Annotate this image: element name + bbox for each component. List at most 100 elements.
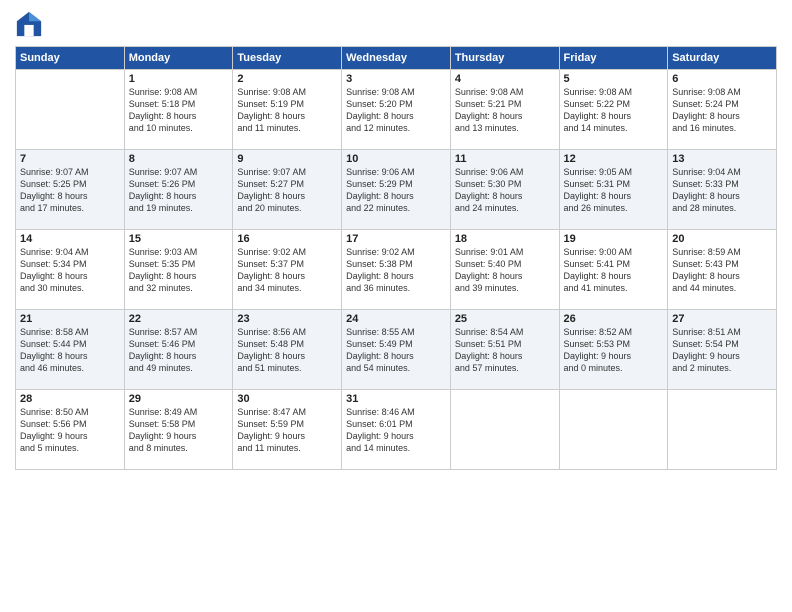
day-info: Sunrise: 9:04 AMSunset: 5:34 PMDaylight:… — [20, 246, 120, 295]
calendar-cell: 9Sunrise: 9:07 AMSunset: 5:27 PMDaylight… — [233, 150, 342, 230]
day-number: 17 — [346, 233, 446, 245]
calendar-cell: 3Sunrise: 9:08 AMSunset: 5:20 PMDaylight… — [342, 70, 451, 150]
day-number: 21 — [20, 313, 120, 325]
day-info: Sunrise: 9:07 AMSunset: 5:26 PMDaylight:… — [129, 166, 229, 215]
calendar-cell: 5Sunrise: 9:08 AMSunset: 5:22 PMDaylight… — [559, 70, 668, 150]
calendar-cell: 2Sunrise: 9:08 AMSunset: 5:19 PMDaylight… — [233, 70, 342, 150]
calendar-cell: 1Sunrise: 9:08 AMSunset: 5:18 PMDaylight… — [124, 70, 233, 150]
calendar-cell: 4Sunrise: 9:08 AMSunset: 5:21 PMDaylight… — [450, 70, 559, 150]
day-number: 25 — [455, 313, 555, 325]
day-number: 29 — [129, 393, 229, 405]
day-info: Sunrise: 8:52 AMSunset: 5:53 PMDaylight:… — [564, 326, 664, 375]
day-info: Sunrise: 8:58 AMSunset: 5:44 PMDaylight:… — [20, 326, 120, 375]
day-number: 7 — [20, 153, 120, 165]
day-number: 22 — [129, 313, 229, 325]
day-number: 16 — [237, 233, 337, 245]
calendar-cell: 26Sunrise: 8:52 AMSunset: 5:53 PMDayligh… — [559, 310, 668, 390]
day-number: 31 — [346, 393, 446, 405]
calendar-cell: 24Sunrise: 8:55 AMSunset: 5:49 PMDayligh… — [342, 310, 451, 390]
calendar-cell: 31Sunrise: 8:46 AMSunset: 6:01 PMDayligh… — [342, 390, 451, 470]
day-info: Sunrise: 9:08 AMSunset: 5:20 PMDaylight:… — [346, 86, 446, 135]
day-info: Sunrise: 8:50 AMSunset: 5:56 PMDaylight:… — [20, 406, 120, 455]
day-number: 30 — [237, 393, 337, 405]
calendar-header-monday: Monday — [124, 47, 233, 70]
day-info: Sunrise: 9:06 AMSunset: 5:29 PMDaylight:… — [346, 166, 446, 215]
calendar-header-sunday: Sunday — [16, 47, 125, 70]
day-info: Sunrise: 8:59 AMSunset: 5:43 PMDaylight:… — [672, 246, 772, 295]
calendar-cell — [668, 390, 777, 470]
calendar-header-tuesday: Tuesday — [233, 47, 342, 70]
calendar-cell: 29Sunrise: 8:49 AMSunset: 5:58 PMDayligh… — [124, 390, 233, 470]
day-info: Sunrise: 9:01 AMSunset: 5:40 PMDaylight:… — [455, 246, 555, 295]
day-info: Sunrise: 8:47 AMSunset: 5:59 PMDaylight:… — [237, 406, 337, 455]
calendar-week-2: 7Sunrise: 9:07 AMSunset: 5:25 PMDaylight… — [16, 150, 777, 230]
day-info: Sunrise: 8:54 AMSunset: 5:51 PMDaylight:… — [455, 326, 555, 375]
logo-icon — [15, 10, 43, 38]
calendar-header-wednesday: Wednesday — [342, 47, 451, 70]
calendar-cell: 21Sunrise: 8:58 AMSunset: 5:44 PMDayligh… — [16, 310, 125, 390]
calendar-header-thursday: Thursday — [450, 47, 559, 70]
calendar-cell — [450, 390, 559, 470]
day-info: Sunrise: 9:00 AMSunset: 5:41 PMDaylight:… — [564, 246, 664, 295]
day-number: 11 — [455, 153, 555, 165]
day-info: Sunrise: 8:57 AMSunset: 5:46 PMDaylight:… — [129, 326, 229, 375]
day-info: Sunrise: 8:46 AMSunset: 6:01 PMDaylight:… — [346, 406, 446, 455]
day-number: 8 — [129, 153, 229, 165]
day-info: Sunrise: 9:08 AMSunset: 5:24 PMDaylight:… — [672, 86, 772, 135]
header — [15, 10, 777, 38]
day-info: Sunrise: 9:07 AMSunset: 5:27 PMDaylight:… — [237, 166, 337, 215]
day-number: 5 — [564, 73, 664, 85]
day-info: Sunrise: 9:07 AMSunset: 5:25 PMDaylight:… — [20, 166, 120, 215]
calendar-cell: 17Sunrise: 9:02 AMSunset: 5:38 PMDayligh… — [342, 230, 451, 310]
day-number: 3 — [346, 73, 446, 85]
day-number: 28 — [20, 393, 120, 405]
calendar-cell — [559, 390, 668, 470]
calendar-cell — [16, 70, 125, 150]
day-info: Sunrise: 9:08 AMSunset: 5:21 PMDaylight:… — [455, 86, 555, 135]
day-number: 4 — [455, 73, 555, 85]
calendar-header-row: SundayMondayTuesdayWednesdayThursdayFrid… — [16, 47, 777, 70]
day-number: 1 — [129, 73, 229, 85]
calendar-cell: 16Sunrise: 9:02 AMSunset: 5:37 PMDayligh… — [233, 230, 342, 310]
calendar-cell: 14Sunrise: 9:04 AMSunset: 5:34 PMDayligh… — [16, 230, 125, 310]
day-info: Sunrise: 8:51 AMSunset: 5:54 PMDaylight:… — [672, 326, 772, 375]
calendar-cell: 22Sunrise: 8:57 AMSunset: 5:46 PMDayligh… — [124, 310, 233, 390]
calendar-cell: 27Sunrise: 8:51 AMSunset: 5:54 PMDayligh… — [668, 310, 777, 390]
day-number: 15 — [129, 233, 229, 245]
calendar-table: SundayMondayTuesdayWednesdayThursdayFrid… — [15, 46, 777, 470]
day-info: Sunrise: 8:56 AMSunset: 5:48 PMDaylight:… — [237, 326, 337, 375]
day-number: 14 — [20, 233, 120, 245]
calendar-cell: 13Sunrise: 9:04 AMSunset: 5:33 PMDayligh… — [668, 150, 777, 230]
day-number: 23 — [237, 313, 337, 325]
calendar-week-3: 14Sunrise: 9:04 AMSunset: 5:34 PMDayligh… — [16, 230, 777, 310]
day-info: Sunrise: 9:02 AMSunset: 5:37 PMDaylight:… — [237, 246, 337, 295]
day-number: 9 — [237, 153, 337, 165]
calendar-cell: 23Sunrise: 8:56 AMSunset: 5:48 PMDayligh… — [233, 310, 342, 390]
day-info: Sunrise: 9:05 AMSunset: 5:31 PMDaylight:… — [564, 166, 664, 215]
day-number: 24 — [346, 313, 446, 325]
day-number: 20 — [672, 233, 772, 245]
day-number: 27 — [672, 313, 772, 325]
calendar-cell: 7Sunrise: 9:07 AMSunset: 5:25 PMDaylight… — [16, 150, 125, 230]
calendar-cell: 11Sunrise: 9:06 AMSunset: 5:30 PMDayligh… — [450, 150, 559, 230]
page: SundayMondayTuesdayWednesdayThursdayFrid… — [0, 0, 792, 612]
calendar-header-saturday: Saturday — [668, 47, 777, 70]
calendar-cell: 6Sunrise: 9:08 AMSunset: 5:24 PMDaylight… — [668, 70, 777, 150]
day-info: Sunrise: 9:08 AMSunset: 5:22 PMDaylight:… — [564, 86, 664, 135]
day-number: 26 — [564, 313, 664, 325]
logo — [15, 10, 45, 38]
calendar-cell: 20Sunrise: 8:59 AMSunset: 5:43 PMDayligh… — [668, 230, 777, 310]
day-number: 6 — [672, 73, 772, 85]
day-info: Sunrise: 9:02 AMSunset: 5:38 PMDaylight:… — [346, 246, 446, 295]
day-info: Sunrise: 8:55 AMSunset: 5:49 PMDaylight:… — [346, 326, 446, 375]
calendar-cell: 15Sunrise: 9:03 AMSunset: 5:35 PMDayligh… — [124, 230, 233, 310]
calendar-week-4: 21Sunrise: 8:58 AMSunset: 5:44 PMDayligh… — [16, 310, 777, 390]
day-number: 10 — [346, 153, 446, 165]
calendar-cell: 30Sunrise: 8:47 AMSunset: 5:59 PMDayligh… — [233, 390, 342, 470]
calendar-cell: 12Sunrise: 9:05 AMSunset: 5:31 PMDayligh… — [559, 150, 668, 230]
calendar-header-friday: Friday — [559, 47, 668, 70]
day-info: Sunrise: 9:04 AMSunset: 5:33 PMDaylight:… — [672, 166, 772, 215]
day-info: Sunrise: 9:06 AMSunset: 5:30 PMDaylight:… — [455, 166, 555, 215]
day-info: Sunrise: 8:49 AMSunset: 5:58 PMDaylight:… — [129, 406, 229, 455]
calendar-cell: 28Sunrise: 8:50 AMSunset: 5:56 PMDayligh… — [16, 390, 125, 470]
